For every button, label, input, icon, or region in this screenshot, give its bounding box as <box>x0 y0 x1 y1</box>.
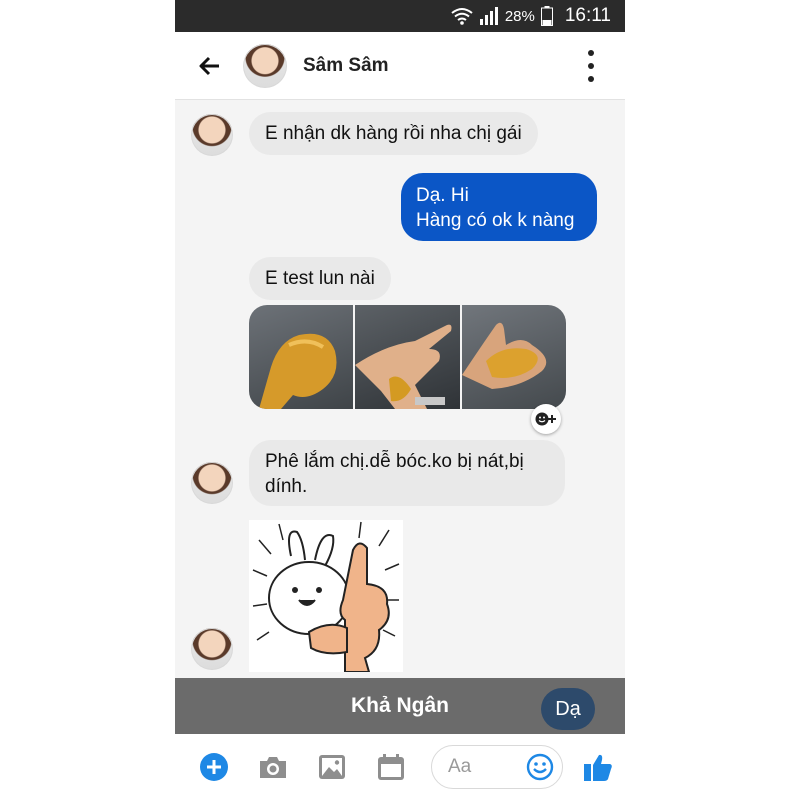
battery-icon <box>540 6 553 26</box>
photo-thumbnail[interactable] <box>249 305 354 409</box>
message-bubble-outgoing[interactable]: Dạ. Hi Hàng có ok k nàng <box>401 173 597 241</box>
message-bubble-incoming[interactable]: E test lun nài <box>249 257 391 300</box>
sender-avatar <box>191 114 233 156</box>
calendar-icon[interactable] <box>374 750 408 784</box>
message-text-line: dính. <box>265 476 308 497</box>
emoji-icon[interactable] <box>526 753 554 781</box>
composer-bar <box>175 734 625 800</box>
message-input-box[interactable] <box>431 745 563 789</box>
wifi-icon <box>451 7 473 25</box>
photo-attachment-group[interactable] <box>249 305 566 409</box>
camera-icon[interactable] <box>256 750 290 784</box>
contact-avatar[interactable] <box>243 43 287 88</box>
more-vertical-icon[interactable] <box>581 50 601 82</box>
message-bubble-incoming[interactable]: Phê lắm chị.dễ bóc.ko bị nát,bị dính. <box>249 440 565 506</box>
quick-reply-button[interactable]: Dạ <box>541 688 595 730</box>
message-bubble-incoming[interactable]: E nhận dk hàng rồi nha chị gái <box>249 112 538 155</box>
messenger-screen: 28% 16:11 Sâm Sâm E nhận dk hàng rồi nha… <box>175 0 625 800</box>
conversation-header: Sâm Sâm <box>175 32 625 100</box>
sticker-rabbit-thumbs-up[interactable] <box>249 520 403 673</box>
message-list[interactable]: E nhận dk hàng rồi nha chị gái Dạ. Hi Hà… <box>175 100 625 678</box>
status-bar: 28% 16:11 <box>175 0 625 32</box>
thumbs-up-icon[interactable] <box>581 750 615 784</box>
signal-icon <box>479 7 499 25</box>
message-text-line: Dạ. Hi <box>416 185 469 206</box>
contact-name[interactable]: Sâm Sâm <box>303 55 389 77</box>
message-text: E nhận dk hàng rồi nha chị gái <box>265 123 522 144</box>
photo-thumbnail[interactable] <box>461 305 566 409</box>
add-reaction-button[interactable] <box>531 404 561 434</box>
message-text-line: Phê lắm chị.dễ bóc.ko bị nát,bị <box>265 451 524 472</box>
message-input[interactable] <box>446 755 520 779</box>
sender-avatar <box>191 462 233 504</box>
battery-percent: 28% <box>504 7 535 25</box>
message-text: E test lun nài <box>265 268 375 289</box>
plus-icon[interactable] <box>197 750 231 784</box>
photo-thumbnail[interactable] <box>355 305 460 409</box>
back-arrow-icon[interactable] <box>195 51 225 81</box>
message-text-line: Hàng có ok k nàng <box>416 210 575 231</box>
gallery-icon[interactable] <box>315 750 349 784</box>
banner-name: Khả Ngân <box>350 694 449 717</box>
sender-avatar <box>191 628 233 670</box>
clock: 16:11 <box>564 5 611 26</box>
